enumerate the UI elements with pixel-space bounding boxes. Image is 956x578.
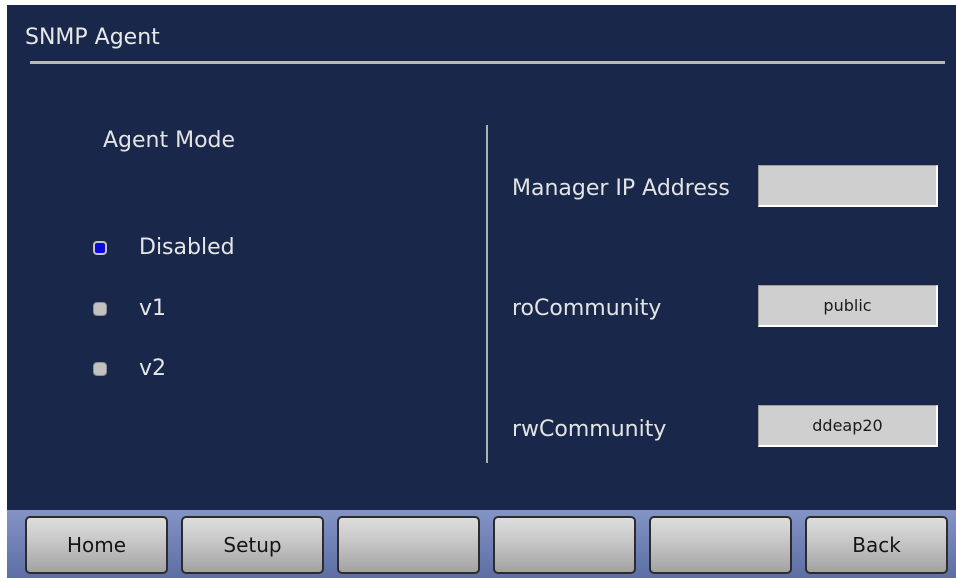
radio-option-v1[interactable]: v1 xyxy=(93,294,166,324)
back-button[interactable]: Back xyxy=(805,516,948,574)
title-divider xyxy=(30,61,945,64)
agent-mode-label: Agent Mode xyxy=(103,128,236,153)
setup-button[interactable]: Setup xyxy=(181,516,324,574)
blank-button-3[interactable] xyxy=(649,516,792,574)
manager-ip-field[interactable] xyxy=(758,165,938,207)
radio-option-disabled[interactable]: Disabled xyxy=(93,233,235,263)
page-title: SNMP Agent xyxy=(25,25,160,50)
column-divider xyxy=(486,125,488,463)
ro-community-label: roCommunity xyxy=(512,296,662,321)
radio-label-disabled: Disabled xyxy=(139,235,235,260)
rw-community-label: rwCommunity xyxy=(512,417,667,442)
radio-option-v2[interactable]: v2 xyxy=(93,354,166,384)
ro-community-field[interactable]: public xyxy=(758,285,938,327)
home-button[interactable]: Home xyxy=(25,516,168,574)
blank-button-2[interactable] xyxy=(493,516,636,574)
radio-indicator-icon[interactable] xyxy=(93,362,107,376)
rw-community-field[interactable]: ddeap20 xyxy=(758,405,938,447)
radio-label-v1: v1 xyxy=(139,296,167,321)
blank-button-1[interactable] xyxy=(337,516,480,574)
radio-label-v2: v2 xyxy=(139,356,167,381)
radio-indicator-icon[interactable] xyxy=(93,302,107,316)
manager-ip-label: Manager IP Address xyxy=(512,176,730,201)
radio-indicator-selected-icon[interactable] xyxy=(93,241,107,255)
